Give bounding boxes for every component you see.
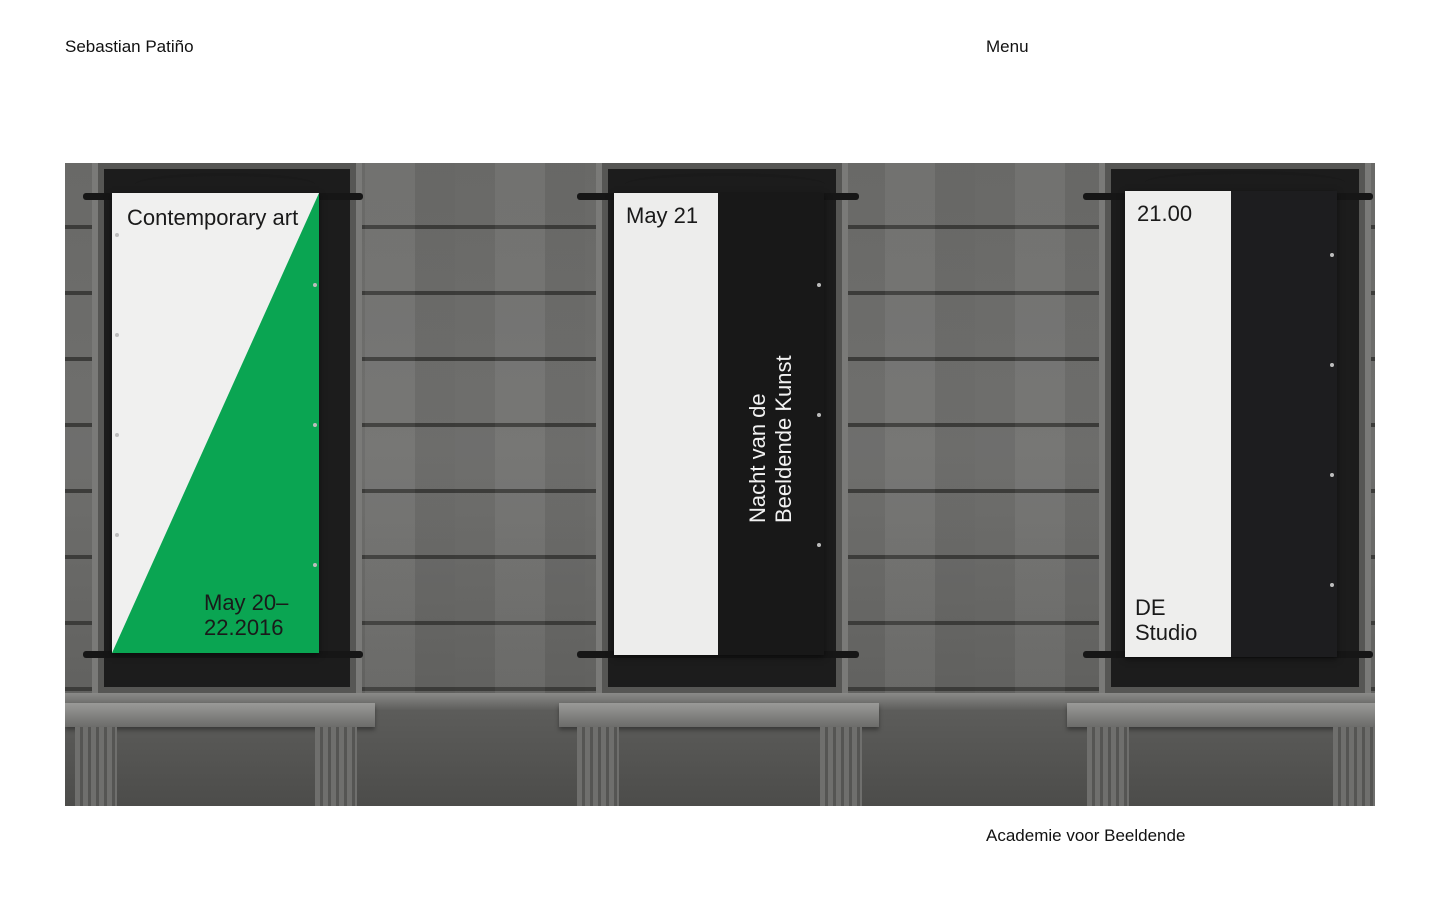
- site-name-link[interactable]: Sebastian Patiño: [65, 37, 194, 57]
- banner-2-date: May 21: [626, 203, 699, 228]
- banner-1-dates: May 20–22.2016: [204, 590, 289, 640]
- green-triangle: [112, 193, 319, 653]
- hero-image: Contemporary art May 20–22.2016 May 21 N…: [65, 163, 1375, 806]
- banner-3-time: 21.00: [1137, 201, 1193, 226]
- banner-contemporary-art: Contemporary art May 20–22.2016: [112, 193, 319, 653]
- banner-2-vertical-title: Nacht van de Beeldende Kunst: [745, 355, 796, 523]
- banner-nacht-van-de-beeldende-kunst: May 21 Nacht van de Beeldende Kunst: [614, 193, 824, 655]
- banner-1-title: Contemporary art: [127, 205, 299, 230]
- hero-caption: Academie voor Beeldende: [986, 826, 1186, 845]
- menu-button[interactable]: Menu: [986, 37, 1029, 57]
- banner-de-studio: 21.00 DE Studio: [1125, 191, 1337, 657]
- banner-3-venue: DE Studio: [1135, 595, 1198, 645]
